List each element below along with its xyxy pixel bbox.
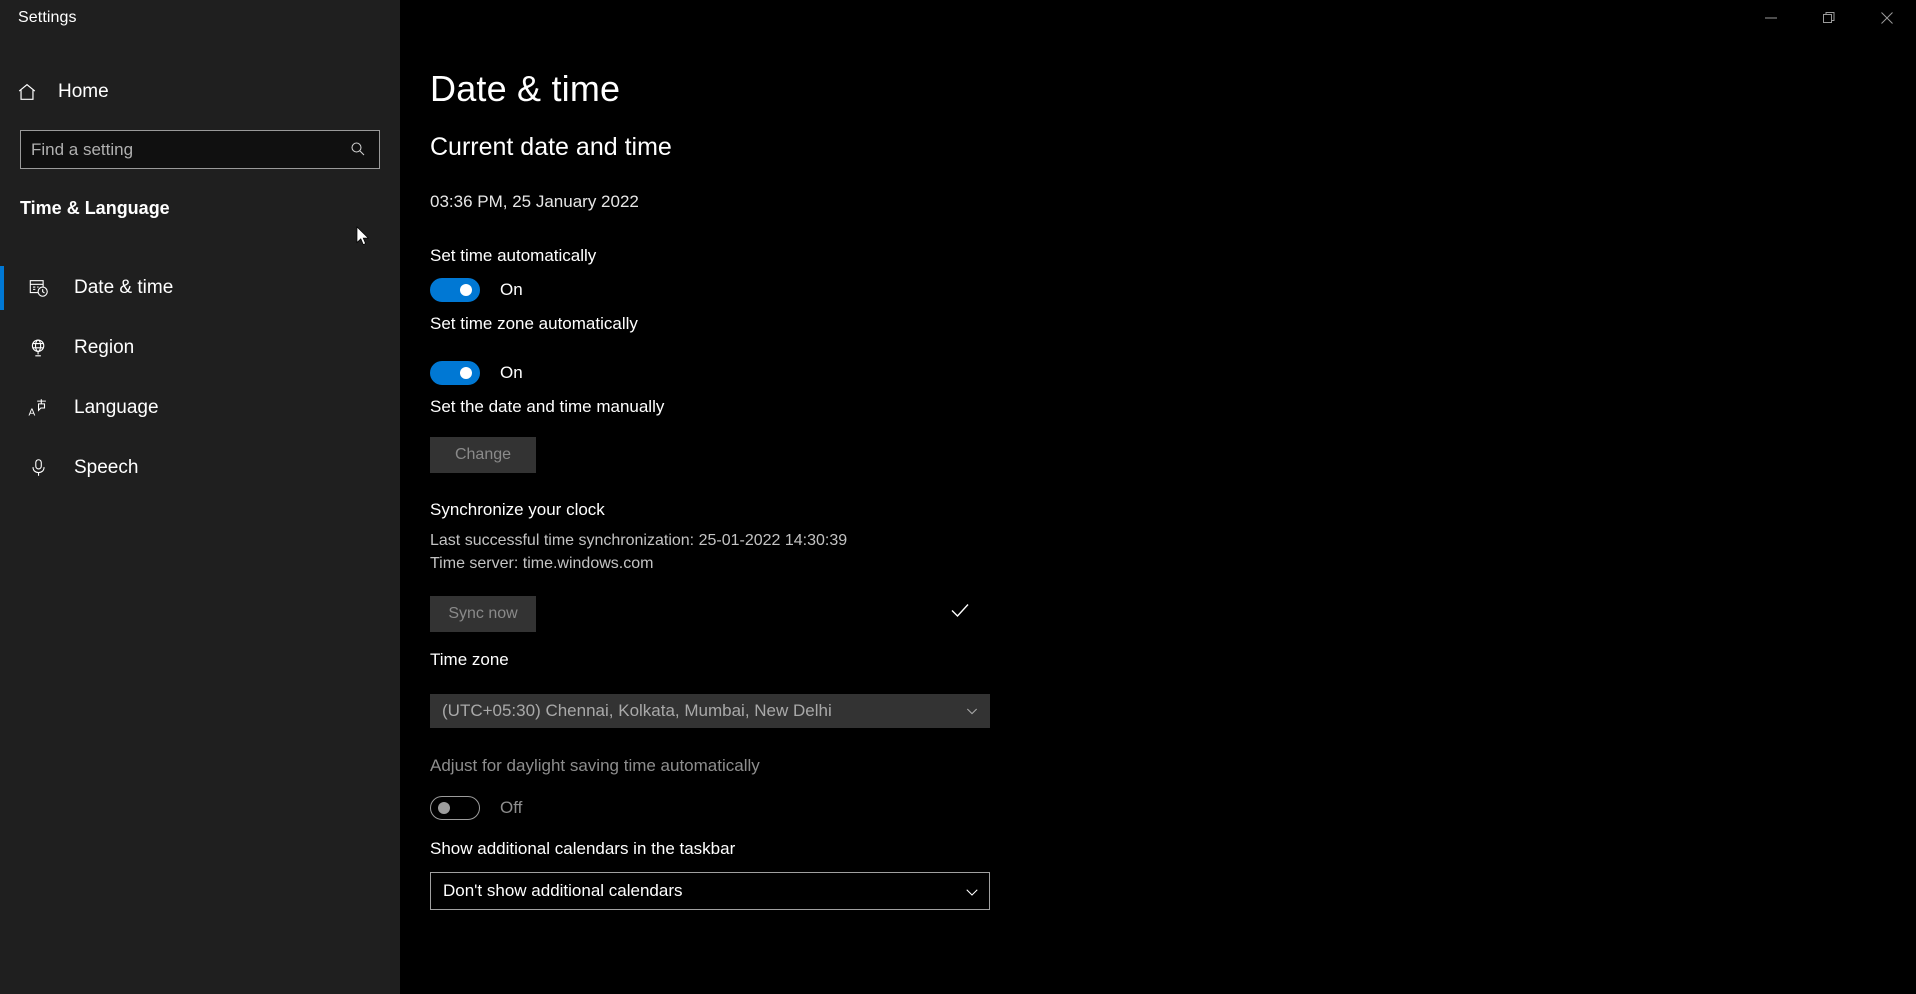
sidebar-item-date-time[interactable]: Date & time [0, 258, 400, 318]
search-box[interactable] [20, 130, 380, 169]
chevron-down-icon [963, 883, 979, 899]
restore-icon [1822, 11, 1836, 30]
settings-window: Settings Home Time & Language [0, 0, 1916, 994]
microphone-icon [28, 457, 62, 479]
set-time-automatically-toggle[interactable]: On [430, 278, 523, 302]
restore-button[interactable] [1800, 0, 1858, 40]
svg-text:A: A [28, 407, 35, 418]
timezone-value: (UTC+05:30) Chennai, Kolkata, Mumbai, Ne… [442, 701, 832, 720]
search-input[interactable] [31, 139, 349, 160]
sidebar-item-home-label: Home [58, 81, 109, 102]
globe-icon [28, 337, 62, 359]
search-icon[interactable] [349, 140, 369, 160]
sidebar-item-language-label: Language [74, 397, 159, 418]
sidebar: Settings Home Time & Language [0, 0, 400, 994]
toggle-switch-off[interactable] [430, 796, 480, 820]
set-timezone-automatically-state: On [500, 363, 523, 382]
timezone-label: Time zone [430, 650, 509, 669]
time-server-text: Time server: time.windows.com [430, 555, 654, 572]
minimize-button[interactable] [1742, 0, 1800, 40]
set-time-automatically-label: Set time automatically [430, 246, 597, 265]
daylight-saving-toggle[interactable]: Off [430, 796, 522, 820]
sidebar-item-region[interactable]: Region [0, 318, 400, 378]
sidebar-item-language[interactable]: A Language [0, 378, 400, 438]
close-button[interactable] [1858, 0, 1916, 40]
daylight-saving-state: Off [500, 798, 523, 817]
sync-now-button[interactable]: Sync now [430, 596, 536, 632]
toggle-knob [438, 802, 450, 814]
set-manually-label: Set the date and time manually [430, 397, 665, 416]
set-timezone-automatically-label: Set time zone automatically [430, 314, 638, 333]
window-controls [1742, 0, 1916, 40]
sidebar-item-speech-label: Speech [74, 457, 139, 478]
current-date-time-heading: Current date and time [430, 133, 672, 161]
checkmark-icon [948, 598, 972, 627]
current-date-time-value: 03:36 PM, 25 January 2022 [430, 192, 639, 211]
toggle-knob [460, 284, 472, 296]
additional-calendars-label: Show additional calendars in the taskbar [430, 839, 736, 858]
sidebar-item-home[interactable]: Home [0, 70, 400, 114]
toggle-switch-on[interactable] [430, 278, 480, 302]
home-icon [16, 81, 46, 103]
toggle-switch-on[interactable] [430, 361, 480, 385]
set-time-automatically-state: On [500, 280, 523, 299]
toggle-knob [460, 367, 472, 379]
last-sync-text: Last successful time synchronization: 25… [430, 532, 848, 549]
set-timezone-automatically-toggle[interactable]: On [430, 361, 523, 385]
language-icon: A [28, 397, 62, 419]
change-button[interactable]: Change [430, 437, 536, 473]
sidebar-section-title: Time & Language [20, 198, 170, 218]
page-title: Date & time [430, 68, 621, 109]
additional-calendars-value: Don't show additional calendars [443, 881, 683, 900]
chevron-down-icon [964, 703, 980, 719]
additional-calendars-dropdown[interactable]: Don't show additional calendars [430, 872, 990, 910]
minimize-icon [1764, 11, 1778, 30]
sidebar-item-speech[interactable]: Speech [0, 438, 400, 498]
sidebar-item-region-label: Region [74, 337, 135, 358]
calendar-clock-icon [28, 277, 62, 299]
sidebar-item-date-time-label: Date & time [74, 277, 174, 298]
main-content: Date & time Current date and time 03:36 … [400, 0, 1916, 994]
timezone-dropdown[interactable]: (UTC+05:30) Chennai, Kolkata, Mumbai, Ne… [430, 694, 990, 728]
app-title: Settings [18, 9, 77, 26]
sidebar-nav: Date & time Region A Language Speech [0, 258, 400, 498]
sync-clock-heading: Synchronize your clock [430, 500, 605, 519]
close-icon [1880, 11, 1894, 30]
daylight-saving-label: Adjust for daylight saving time automati… [430, 756, 760, 775]
